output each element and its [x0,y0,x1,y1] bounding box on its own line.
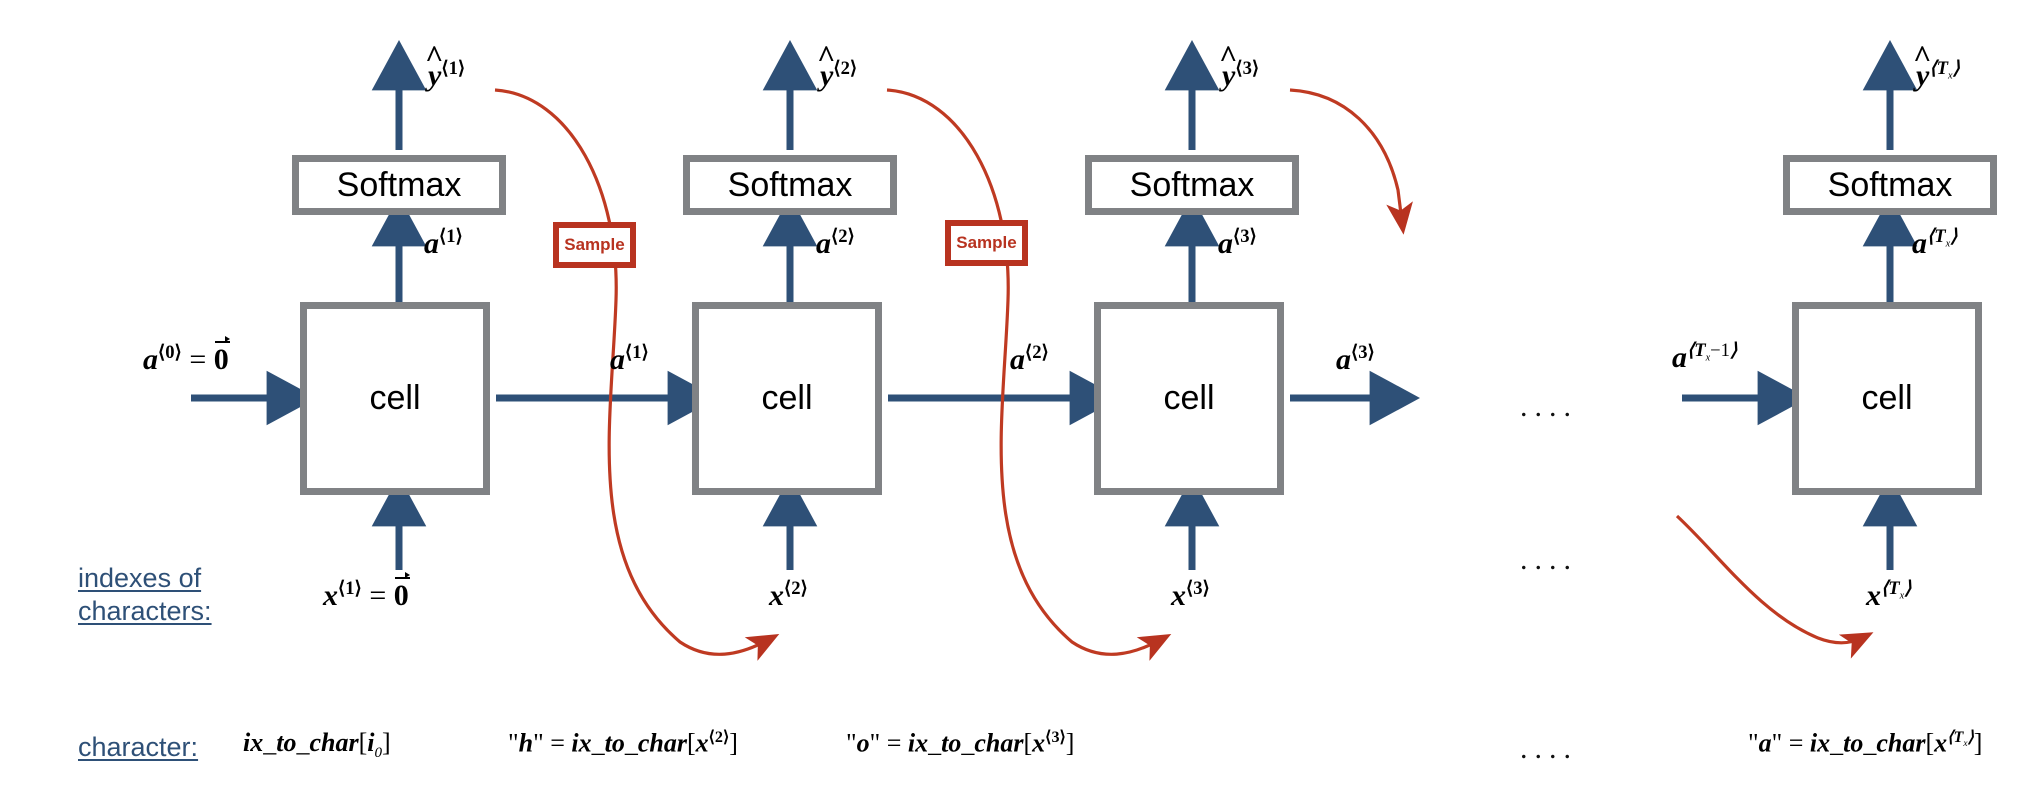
label-a-in-Txminus1: a⟨Tx−1⟩ [1672,340,1738,374]
row-label-indexes-line2: characters: [78,595,212,626]
label-yhat-Tx: y⟨Tx⟩ [1916,59,1960,91]
label-x-in-3: x⟨3⟩ [1171,578,1210,612]
label-a-out-Tx: a⟨Tx⟩ [1912,226,1958,260]
character-formula-1: ix_to_char[i0] [243,728,391,762]
softmax-label-2: Softmax [727,165,853,204]
label-a-right-3: a⟨3⟩ [1336,342,1375,376]
cell-label-Tx: cell [1861,379,1913,417]
softmax-box-2: Softmax [683,155,897,215]
sample-curve-4 [1675,514,1874,659]
row-label-character: character: [78,732,199,762]
label-a-in-0: a⟨0⟩ = 0 [143,336,231,375]
character-formula-3: "o" = ix_to_char[x⟨3⟩] [846,728,1075,758]
cell-box-Tx: cell [1792,302,1982,495]
character-formula-Tx: "a" = ix_to_char[x⟨Tx⟩] [1748,728,1983,758]
cell-label-3: cell [1163,379,1215,417]
cell-box-3: cell [1094,302,1284,495]
label-yhat-2: y⟨2⟩ [820,59,857,91]
cell-label-1: cell [369,379,421,417]
label-x-in-1: x⟨1⟩ = 0 [323,572,411,611]
softmax-box-1: Softmax [292,155,506,215]
row-label-indexes-line1: indexes of [78,563,202,593]
label-x-in-Tx: x⟨Tx⟩ [1866,578,1912,612]
label-a-out-1: a⟨1⟩ [424,226,463,260]
label-a-right-1: a⟨1⟩ [610,342,649,376]
cell-box-2: cell [692,302,882,495]
ellipsis-lower: .... [1520,543,1578,576]
ellipsis-bottom: .... [1520,732,1578,765]
character-formula-2: "h" = ix_to_char[x⟨2⟩] [508,728,738,758]
label-x-in-2: x⟨2⟩ [769,578,808,612]
sample-label-1: Sample [564,235,625,254]
softmax-box-Tx: Softmax [1783,155,1997,215]
sample-label-2: Sample [956,233,1017,252]
label-a-out-2: a⟨2⟩ [816,226,855,260]
softmax-label-3: Softmax [1129,165,1255,204]
label-yhat-1: y⟨1⟩ [428,59,465,91]
row-label-indexes: indexes of characters: [78,562,212,628]
sample-box-1[interactable]: Sample [553,222,636,268]
rnn-sampling-diagram: Softmax cell y⟨1⟩ a⟨1⟩ a⟨0⟩ = 0 a⟨1⟩ x⟨1… [0,0,2044,788]
cell-box-1: cell [300,302,490,495]
label-a-out-3: a⟨3⟩ [1218,226,1257,260]
label-yhat-3: y⟨3⟩ [1222,59,1259,91]
ellipsis-middle: .... [1520,390,1578,423]
softmax-label-Tx: Softmax [1827,165,1953,204]
cell-label-2: cell [761,379,813,417]
label-a-right-2: a⟨2⟩ [1010,342,1049,376]
sample-curve-3 [1289,88,1413,235]
softmax-box-3: Softmax [1085,155,1299,215]
sample-box-2[interactable]: Sample [945,220,1028,266]
softmax-label-1: Softmax [336,165,462,204]
